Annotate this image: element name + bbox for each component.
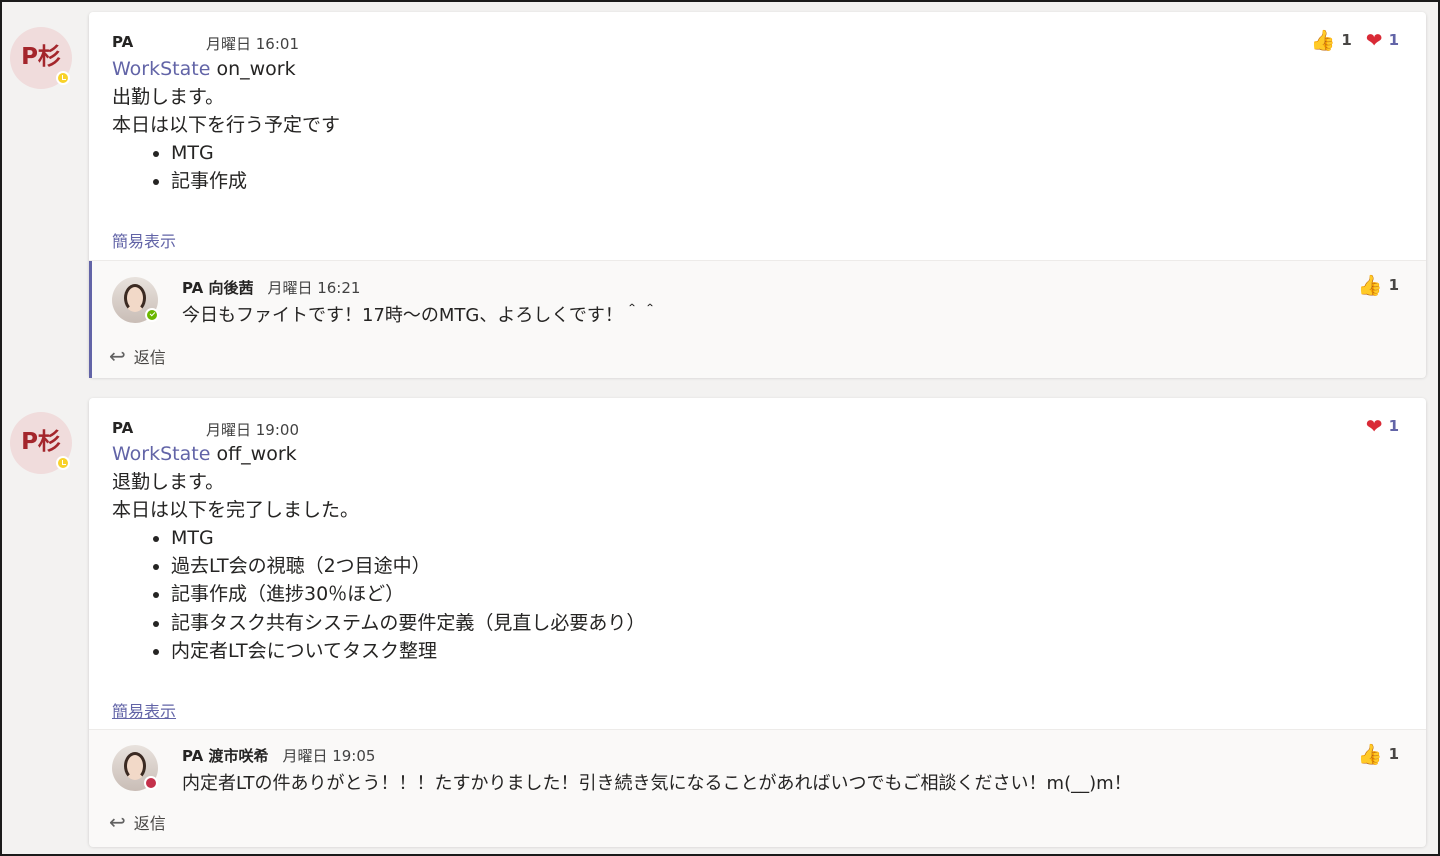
like-reaction[interactable]: 👍 1 — [1358, 744, 1399, 764]
heart-icon: ❤ — [1365, 414, 1383, 438]
avatar-initials: P杉 — [21, 429, 61, 455]
thumbs-up-icon: 👍 — [1357, 742, 1383, 766]
sender-name: PA — [112, 419, 134, 437]
message-body: WorkState off_work 退勤します。 本日は以下を完了しました。 … — [112, 440, 645, 665]
thumbs-up-icon: 👍 — [1310, 28, 1336, 52]
message-time: 月曜日 19:00 — [206, 421, 299, 439]
thumbs-up-icon: 👍 — [1357, 273, 1383, 297]
like-reaction[interactable]: 👍 1 — [1310, 30, 1351, 50]
heart-count: 1 — [1388, 417, 1399, 435]
list-item: MTG — [171, 524, 645, 552]
heart-icon: ❤ — [1365, 28, 1383, 52]
status-away-icon — [56, 71, 70, 85]
avatar[interactable]: P杉 — [10, 27, 72, 89]
message-time: 月曜日 16:01 — [206, 35, 299, 53]
workstate-value: off_work — [210, 443, 297, 465]
workstate-value: on_work — [210, 58, 296, 80]
list-item: 過去LT会の視聴（2つ目途中） — [171, 552, 645, 580]
person-photo-icon — [124, 284, 146, 312]
list-item: 記事タスク共有システムの要件定義（見直し必要あり） — [171, 609, 645, 637]
message-card: PA 月曜日 19:00 ❤ 1 WorkState off_work 退勤しま… — [89, 398, 1426, 847]
sender-name: PA — [112, 33, 134, 51]
reply-sender: PA 向後茜 — [182, 279, 254, 297]
workstate-link[interactable]: WorkState — [112, 443, 210, 465]
reply-button[interactable]: ↩ 返信 — [109, 344, 166, 368]
reply-sender: PA 渡市咲希 — [182, 747, 269, 765]
list-item: MTG — [171, 139, 340, 167]
heart-count: 1 — [1388, 31, 1399, 49]
reply-arrow-icon: ↩ — [109, 810, 126, 834]
list-item: 記事作成 — [171, 167, 340, 195]
heart-reaction[interactable]: ❤ 1 — [1366, 30, 1399, 50]
heart-reaction[interactable]: ❤ 1 — [1366, 416, 1399, 436]
like-reaction[interactable]: 👍 1 — [1358, 275, 1399, 295]
message-card: PA 月曜日 16:01 👍 1 ❤ 1 WorkState on_work 出… — [89, 12, 1426, 378]
reply-header: PA 向後茜 月曜日 16:21 — [182, 277, 360, 298]
task-list: MTG 過去LT会の視聴（2つ目途中） 記事作成（進捗30％ほど） 記事タスク共… — [112, 524, 645, 665]
message-thread: PA 月曜日 19:00 ❤ 1 WorkState off_work 退勤しま… — [89, 398, 1426, 847]
person-photo-icon — [124, 752, 146, 780]
reply-reactions: 👍 1 — [1358, 744, 1399, 764]
avatar-initials: P杉 — [21, 44, 61, 70]
status-away-icon — [56, 456, 70, 470]
message-line: 出勤します。 — [112, 86, 225, 108]
reply-text: 内定者LTの件ありがとう！！！たすかりました！引き続き気になることがあればいつで… — [182, 773, 1132, 794]
reactions: 👍 1 ❤ 1 — [1310, 30, 1399, 50]
reactions: ❤ 1 — [1366, 416, 1399, 436]
message-line: 本日は以下を完了しました。 — [112, 499, 360, 521]
reply-reactions: 👍 1 — [1358, 275, 1399, 295]
message-thread: PA 月曜日 16:01 👍 1 ❤ 1 WorkState on_work 出… — [89, 12, 1426, 378]
show-less-link[interactable]: 簡易表示 — [112, 228, 176, 252]
reply-text: 今日もファイトです！17時～のMTG、よろしくです！＾＾ — [182, 305, 659, 326]
task-list: MTG 記事作成 — [112, 139, 340, 195]
workstate-line: WorkState off_work — [112, 440, 645, 468]
status-available-icon — [145, 308, 159, 322]
reply-header: PA 渡市咲希 月曜日 19:05 — [182, 745, 375, 766]
reply-button[interactable]: ↩ 返信 — [109, 810, 166, 834]
reply-message: PA 渡市咲希 月曜日 19:05 内定者LTの件ありがとう！！！たすかりました！… — [89, 729, 1426, 847]
chat-thread-view: P杉 PA 月曜日 16:01 👍 1 ❤ 1 WorkState on_wor… — [0, 0, 1440, 856]
reply-button-label: 返信 — [133, 814, 166, 833]
reply-time: 月曜日 16:21 — [267, 279, 361, 297]
reply-avatar[interactable] — [112, 277, 159, 323]
like-count: 1 — [1388, 745, 1399, 763]
like-count: 1 — [1341, 31, 1352, 49]
avatar[interactable]: P杉 — [10, 412, 72, 474]
list-item: 内定者LT会についてタスク整理 — [171, 637, 645, 665]
show-less-link[interactable]: 簡易表示 — [112, 698, 176, 722]
reply-arrow-icon: ↩ — [109, 344, 126, 368]
workstate-link[interactable]: WorkState — [112, 58, 210, 80]
workstate-line: WorkState on_work — [112, 55, 340, 83]
message-line: 本日は以下を行う予定です — [112, 114, 341, 136]
like-count: 1 — [1388, 276, 1399, 294]
reply-message: PA 向後茜 月曜日 16:21 今日もファイトです！17時～のMTG、よろしくで… — [89, 260, 1426, 378]
reply-time: 月曜日 19:05 — [282, 747, 376, 765]
status-busy-icon — [144, 776, 158, 790]
list-item: 記事作成（進捗30％ほど） — [171, 580, 645, 608]
reply-avatar[interactable] — [112, 745, 158, 791]
message-line: 退勤します。 — [112, 471, 225, 493]
reply-button-label: 返信 — [133, 348, 166, 367]
message-body: WorkState on_work 出勤します。 本日は以下を行う予定です MT… — [112, 55, 340, 195]
message-header: PA 月曜日 16:01 — [112, 33, 299, 53]
message-header: PA 月曜日 19:00 — [112, 419, 299, 439]
